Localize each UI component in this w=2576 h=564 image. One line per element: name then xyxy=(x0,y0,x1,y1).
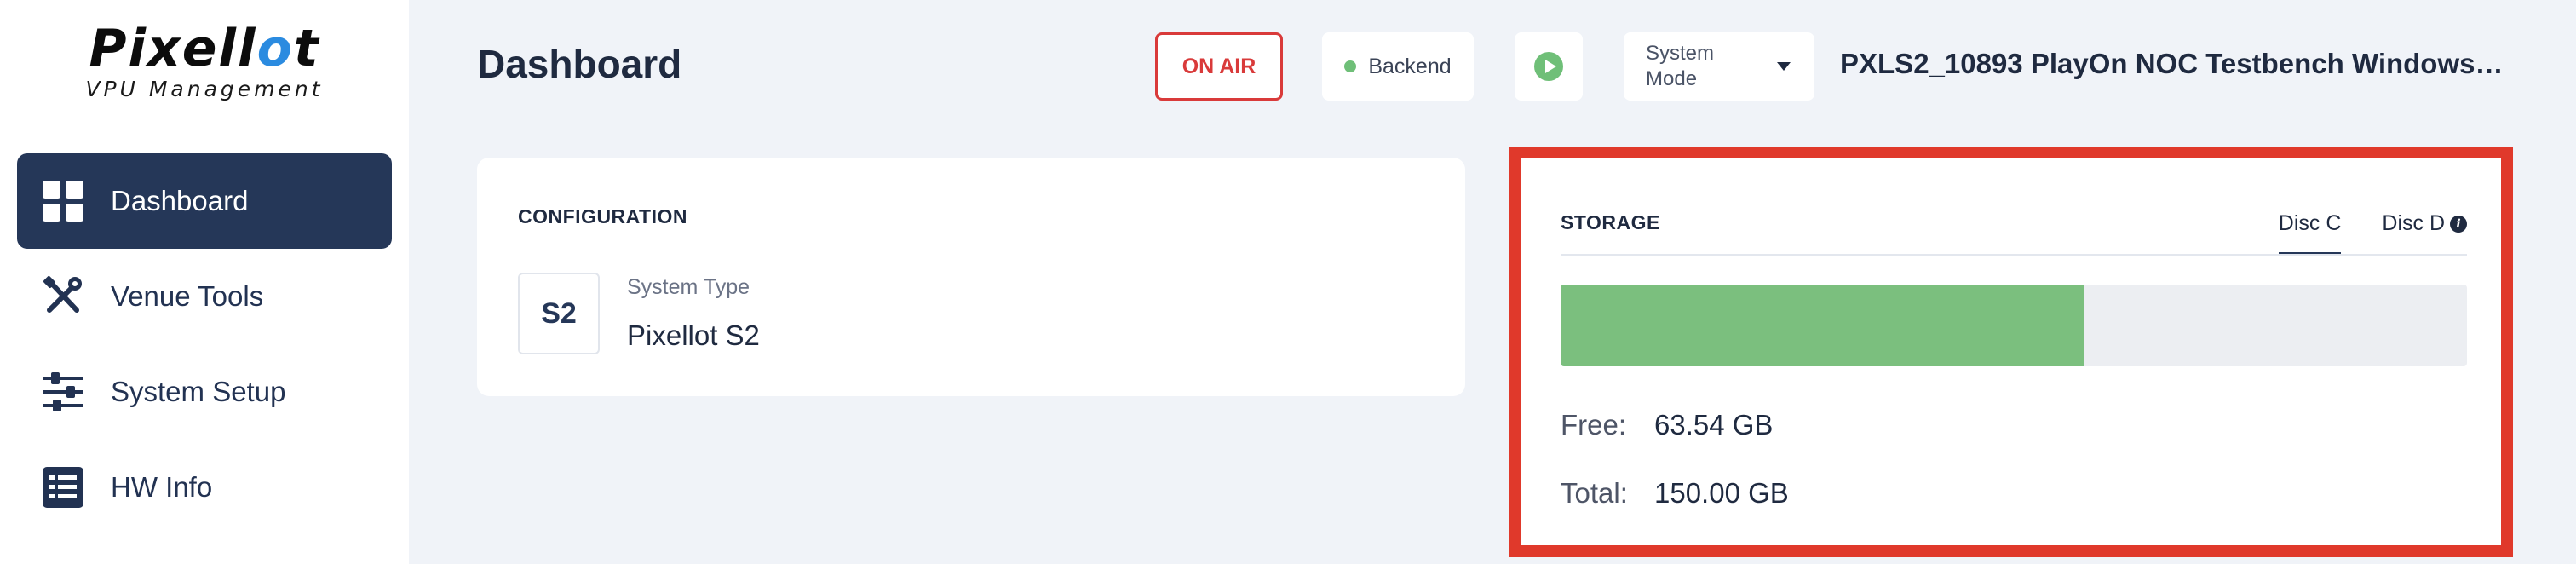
storage-title: STORAGE xyxy=(1561,211,1660,233)
system-type-label: System Type xyxy=(627,275,750,299)
divider xyxy=(1561,254,2467,256)
page-title: Dashboard xyxy=(477,42,682,86)
sidebar-item-label: Dashboard xyxy=(111,185,249,216)
list-icon xyxy=(41,465,85,509)
tab-disc-c[interactable]: Disc C xyxy=(2278,211,2342,255)
sidebar-item-label: Venue Tools xyxy=(111,280,264,312)
total-space-row: Total: 150.00 GB xyxy=(1561,477,1789,509)
configuration-card: CONFIGURATION S2 System Type Pixellot S2 xyxy=(477,158,1465,396)
device-name: PXLS2_10893 PlayOn NOC Testbench Windows… xyxy=(1840,48,2504,79)
free-value: 63.54 GB xyxy=(1654,409,1774,440)
chevron-down-icon xyxy=(1777,62,1791,71)
tab-label: Disc D xyxy=(2382,211,2445,235)
configuration-title: CONFIGURATION xyxy=(518,205,688,227)
brand-logo: Pixellot VPU Management xyxy=(0,19,409,101)
sidebar-item-system-setup[interactable]: System Setup xyxy=(17,344,392,440)
backend-label: Backend xyxy=(1368,54,1452,78)
backend-status[interactable]: Backend xyxy=(1322,32,1474,101)
tab-label: Disc C xyxy=(2278,211,2342,235)
system-type-badge: S2 xyxy=(518,273,600,354)
info-icon[interactable]: i xyxy=(2450,215,2467,233)
storage-card: STORAGE Disc C Disc D i Free: 63.54 GB T… xyxy=(1509,147,2513,557)
play-icon xyxy=(1534,52,1563,81)
sidebar-nav: Dashboard Venue Tools System Setup HW In… xyxy=(17,153,392,535)
sidebar-item-venue-tools[interactable]: Venue Tools xyxy=(17,249,392,344)
grid-icon xyxy=(41,179,85,223)
storage-usage-fill xyxy=(1561,285,2084,366)
total-value: 150.00 GB xyxy=(1654,477,1789,509)
sidebar-item-label: System Setup xyxy=(111,376,286,407)
sidebar-item-label: HW Info xyxy=(111,471,213,503)
brand-wordmark: Pixellot xyxy=(89,19,320,78)
total-label: Total: xyxy=(1561,477,1628,509)
disc-tabs: Disc C Disc D i xyxy=(2278,211,2467,255)
system-mode-select[interactable]: System Mode xyxy=(1624,32,1814,101)
play-button[interactable] xyxy=(1515,32,1583,101)
system-mode-label: System Mode xyxy=(1646,42,1715,90)
sidebar-item-hw-info[interactable]: HW Info xyxy=(17,440,392,535)
free-label: Free: xyxy=(1561,409,1627,440)
sliders-icon xyxy=(41,370,85,414)
brand-subtitle: VPU Management xyxy=(85,77,324,101)
sidebar: Pixellot VPU Management Dashboard Venue … xyxy=(0,0,409,564)
tab-disc-d[interactable]: Disc D i xyxy=(2382,211,2467,255)
status-dot-icon xyxy=(1344,60,1357,72)
tools-icon xyxy=(41,274,85,319)
storage-usage-bar xyxy=(1561,285,2467,366)
system-type-value: Pixellot S2 xyxy=(627,319,760,351)
free-space-row: Free: 63.54 GB xyxy=(1561,409,1773,441)
sidebar-item-dashboard[interactable]: Dashboard xyxy=(17,153,392,249)
on-air-button[interactable]: ON AIR xyxy=(1155,32,1283,101)
